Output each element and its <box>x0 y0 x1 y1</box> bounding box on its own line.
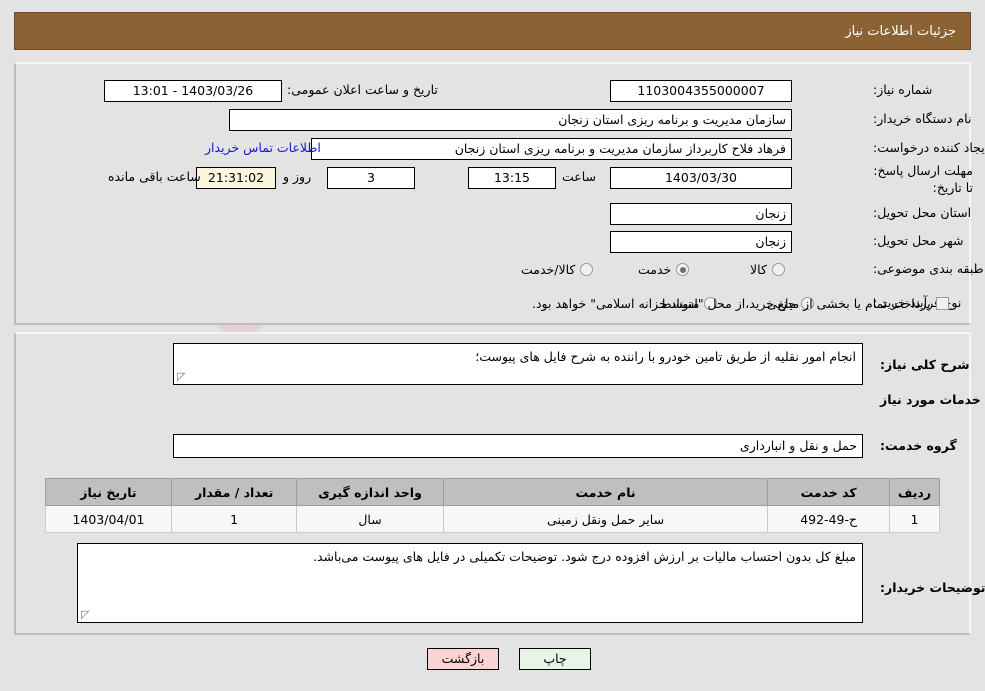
page-title: جزئیات اطلاعات نیاز <box>845 23 956 39</box>
cell-need-date: 1403/04/01 <box>45 505 172 533</box>
service-group-field: حمل و نقل و انبارداری <box>173 434 863 458</box>
buyer-org-label: نام دستگاه خریدار: <box>873 111 972 126</box>
radio-kala-khedmat-icon[interactable] <box>580 263 594 276</box>
buyer-notes-label: توضیحات خریدار: <box>880 580 985 595</box>
city-field: زنجان <box>610 231 792 253</box>
need-number-label: شماره نیاز: <box>873 82 933 97</box>
countdown-field: 21:31:02 <box>196 167 276 189</box>
print-button[interactable]: چاپ <box>519 648 591 670</box>
general-description-textarea[interactable]: انجام امور نقلیه از طریق تامین خودرو با … <box>173 343 863 385</box>
buyer-contact-link[interactable]: اطلاعات تماس خریدار <box>205 140 321 155</box>
cell-code: ح-49-492 <box>767 505 890 533</box>
buyer-notes-value: مبلغ کل بدون احتساب مالیات بر ارزش افزود… <box>313 549 856 564</box>
general-description-label: شرح کلی نیاز: <box>880 357 970 372</box>
table-row: 1 ح-49-492 سایر حمل ونقل زمینی سال 1 140… <box>45 505 941 533</box>
deadline-label: مهلت ارسال پاسخ: تا تاریخ: <box>873 163 973 195</box>
radio-khedmat-icon[interactable] <box>676 263 690 276</box>
remaining-hours-label: ساعت باقی مانده <box>108 169 201 184</box>
classification-option-khedmat[interactable]: خدمت <box>633 262 690 277</box>
col-need-date: تاریخ نیاز <box>45 478 172 506</box>
back-button[interactable]: بازگشت <box>427 648 499 670</box>
checkbox-treasury-bonds-icon[interactable] <box>935 297 949 310</box>
cell-name: سایر حمل ونقل زمینی <box>442 505 769 533</box>
requester-label: ایجاد کننده درخواست: <box>873 140 985 155</box>
province-field: زنجان <box>610 203 792 225</box>
cell-quantity: 1 <box>170 505 298 533</box>
cell-unit: سال <box>296 505 444 533</box>
col-radif: ردیف <box>888 478 941 506</box>
table-header-row: ردیف کد خدمت نام خدمت واحد اندازه گیری ت… <box>45 478 941 506</box>
deadline-date-field: 1403/03/30 <box>610 167 792 189</box>
cell-radif: 1 <box>888 505 941 533</box>
window-title-bar: جزئیات اطلاعات نیاز <box>14 12 971 50</box>
buyer-notes-resize-grip-icon[interactable]: ◹ <box>81 608 91 621</box>
days-label: روز و <box>283 169 312 184</box>
city-label: شهر محل تحویل: <box>873 233 964 248</box>
col-unit: واحد اندازه گیری <box>296 478 444 506</box>
public-announce-label: تاریخ و ساعت اعلان عمومی: <box>287 82 438 97</box>
classification-option-kala-khedmat-label: کالا/خدمت <box>521 262 576 277</box>
public-announce-field: 1403/03/26 - 13:01 <box>104 80 282 102</box>
need-number-field: 1103004355000007 <box>610 80 792 102</box>
classification-option-khedmat-label: خدمت <box>638 262 672 277</box>
deadline-time-field: 13:15 <box>468 167 556 189</box>
classification-option-kala[interactable]: کالا <box>745 262 785 277</box>
province-label: استان محل تحویل: <box>873 205 972 220</box>
deadline-hour-label: ساعت <box>562 169 597 184</box>
general-description-value: انجام امور نقلیه از طریق تامین خودرو با … <box>475 349 856 364</box>
classification-option-kala-khedmat[interactable]: کالا/خدمت <box>516 262 594 277</box>
classification-label: طبقه بندی موضوعی: <box>873 261 984 276</box>
col-quantity: تعداد / مقدار <box>170 478 298 506</box>
treasury-bonds-option[interactable]: پرداخت تمام یا بخشی از مبلغ خرید،از محل … <box>527 296 949 311</box>
remaining-days-field: 3 <box>327 167 415 189</box>
radio-kala-icon[interactable] <box>771 263 785 276</box>
classification-option-kala-label: کالا <box>750 262 767 277</box>
service-group-label: گروه خدمت: <box>880 438 957 453</box>
service-section-title: اطلاعات خدمات مورد نیاز <box>880 392 985 407</box>
col-name: نام خدمت <box>442 478 769 506</box>
resize-grip-icon[interactable]: ◹ <box>177 370 187 383</box>
treasury-bonds-label: پرداخت تمام یا بخشی از مبلغ خرید،از محل … <box>532 296 931 311</box>
service-items-table: ردیف کد خدمت نام خدمت واحد اندازه گیری ت… <box>45 478 941 533</box>
col-code: کد خدمت <box>767 478 890 506</box>
buyer-org-field: سازمان مدیریت و برنامه ریزی استان زنجان <box>229 109 792 131</box>
page-root: ArtaTender.net جزئیات اطلاعات نیاز شماره… <box>0 0 985 691</box>
requester-field: فرهاد فلاح کاربرداز سازمان مدیریت و برنا… <box>311 138 792 160</box>
buyer-notes-textarea[interactable]: مبلغ کل بدون احتساب مالیات بر ارزش افزود… <box>77 543 863 623</box>
